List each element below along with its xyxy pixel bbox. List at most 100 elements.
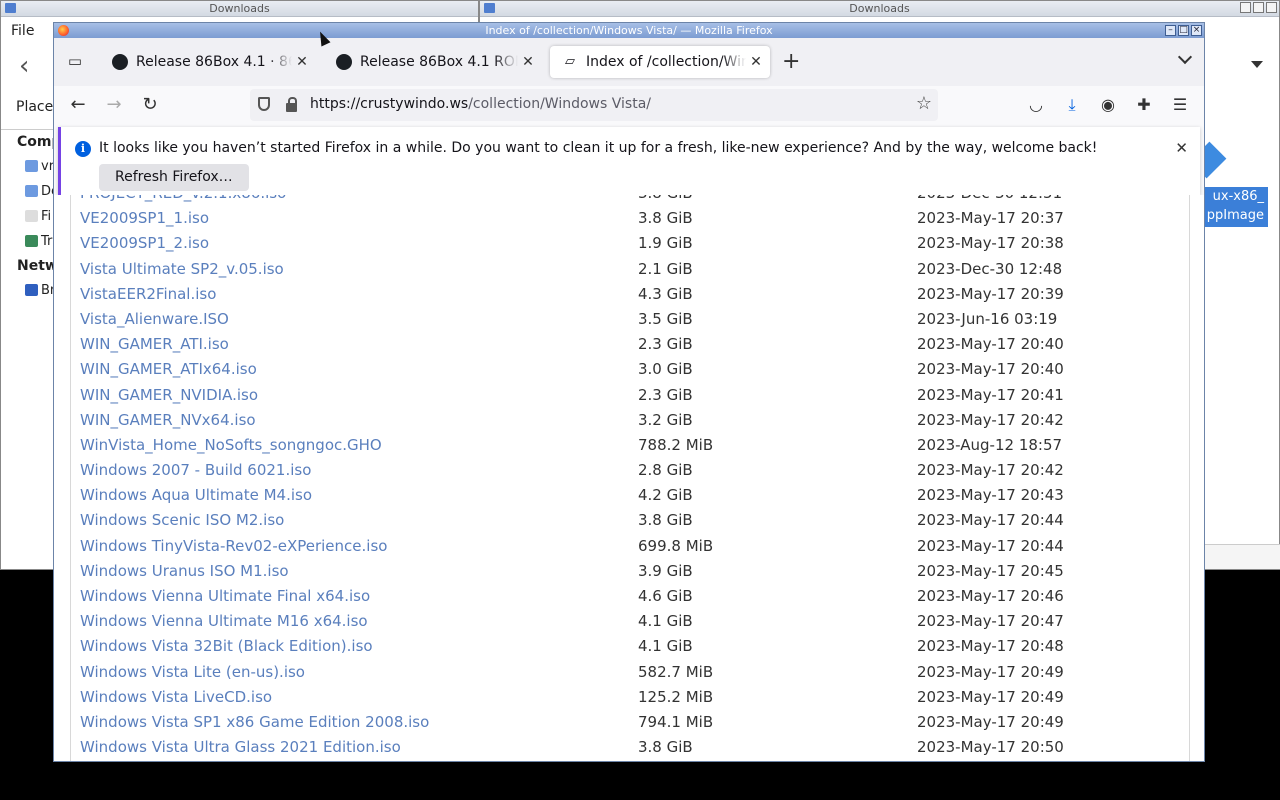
refresh-firefox-button[interactable]: Refresh Firefox… xyxy=(99,164,249,191)
url-text[interactable]: https://crustywindo.ws/collection/Window… xyxy=(310,96,651,112)
table-row: PROJECT_RED_v.2.1.x86.iso 3.8 GiB 2023-Dec… xyxy=(80,195,1204,206)
bookmark-star-icon[interactable]: ☆ xyxy=(916,93,932,114)
background-status-bar xyxy=(1204,544,1280,569)
file-link[interactable]: WIN_GAMER_ATIx64.iso xyxy=(80,357,257,382)
file-size: 3.8 GiB xyxy=(638,738,693,757)
chevron-down-icon[interactable] xyxy=(1178,52,1192,66)
back-button[interactable]: ← xyxy=(64,91,92,119)
firefox-view-button[interactable]: ▭ xyxy=(62,48,88,74)
reload-button[interactable]: ↻ xyxy=(136,91,164,119)
lock-icon[interactable] xyxy=(286,97,297,112)
close-icon[interactable]: ✕ xyxy=(1175,139,1188,157)
file-link[interactable]: Windows Vista Lite (en-us).iso xyxy=(80,660,305,685)
file-link[interactable]: WinVista_Home_NoSofts_songngoc.GHO xyxy=(80,433,382,458)
file-link[interactable]: Windows Vienna Ultimate M16 x64.iso xyxy=(80,609,368,634)
file-link[interactable]: Windows Vista Ultra Glass 2021 Edition.i… xyxy=(80,735,401,760)
table-row: Vista_Alienware.ISO 3.5 GiB 2023-Jun-16 03… xyxy=(80,307,1204,332)
firefox-window[interactable]: Index of /collection/Windows Vista/ — Mo… xyxy=(53,22,1205,762)
sidebar-item[interactable]: vr xyxy=(1,154,54,179)
close-tab-icon[interactable]: ✕ xyxy=(746,54,766,70)
file-link[interactable]: VistaEER2Final.iso xyxy=(80,282,216,307)
file-date: 2023-May-17 20:39 xyxy=(917,284,1064,303)
file-date: 2023-May-17 20:49 xyxy=(917,662,1064,681)
downloads-icon[interactable]: ⤓ xyxy=(1058,91,1086,119)
file-link[interactable]: WIN_GAMER_NVIDIA.iso xyxy=(80,383,258,408)
file-link[interactable]: VE2009SP1_2.iso xyxy=(80,231,209,256)
account-icon[interactable]: ◉ xyxy=(1094,91,1122,119)
tab-bar: ▭ Release 86Box 4.1 · 86Box ✕ Release 86… xyxy=(54,38,1204,86)
table-row: Windows 2007 - Build 6021.iso 2.8 GiB 2023… xyxy=(80,458,1204,483)
sidebar-item[interactable]: De xyxy=(1,179,59,204)
file-link[interactable]: WIN_GAMER_NVx64.iso xyxy=(80,408,256,433)
background-title-bar-right[interactable]: Downloads xyxy=(480,1,1279,17)
tracking-protection-shield-icon[interactable] xyxy=(258,97,270,111)
file-link[interactable]: Vista_Alienware.ISO xyxy=(80,307,229,332)
file-link[interactable]: WIN_GAMER_ATI.iso xyxy=(80,332,229,357)
file-link[interactable]: Windows Vienna Ultimate Final x64.iso xyxy=(80,584,370,609)
info-icon: i xyxy=(75,141,91,157)
table-row: WIN_GAMER_NVIDIA.iso 2.3 GiB 2023-May-17 2… xyxy=(80,383,1204,408)
table-row: Windows Scenic ISO M2.iso 3.8 GiB 2023-May… xyxy=(80,508,1204,533)
file-link[interactable]: VE2009SP1_1.iso xyxy=(80,206,209,231)
file-link[interactable]: PROJECT_RED_v.2.1.x86.iso xyxy=(80,195,286,206)
background-title-bar-left[interactable]: Downloads xyxy=(1,1,478,17)
sidebar-item[interactable]: Br xyxy=(1,278,55,303)
file-size: 3.8 GiB xyxy=(638,209,693,228)
file-link[interactable]: Windows Vista 32Bit (Black Edition).iso xyxy=(80,634,373,659)
firefox-logo-icon xyxy=(58,25,69,36)
table-row: VistaEER2Final.iso 4.3 GiB 2023-May-17 20:… xyxy=(80,282,1204,307)
back-arrow-icon[interactable]: ‹ xyxy=(19,51,29,81)
forward-button[interactable]: → xyxy=(100,91,128,119)
address-bar[interactable]: https://crustywindo.ws/collection/Window… xyxy=(250,89,938,121)
file-size: 4.1 GiB xyxy=(638,612,693,631)
new-tab-button[interactable]: + xyxy=(782,50,800,74)
table-row: WIN_GAMER_ATI.iso 2.3 GiB 2023-May-17 20:4… xyxy=(80,332,1204,357)
file-link[interactable]: Windows Vista LiveCD.iso xyxy=(80,685,272,710)
minimize-button[interactable]: – xyxy=(1165,25,1176,36)
pocket-icon[interactable]: ◡ xyxy=(1022,91,1050,119)
close-tab-icon[interactable]: ✕ xyxy=(518,54,538,70)
folder-icon xyxy=(484,3,495,13)
file-link[interactable]: Windows Aqua Ultimate M4.iso xyxy=(80,483,312,508)
file-size: 1.9 GiB xyxy=(638,234,693,253)
minimize-button[interactable] xyxy=(1240,2,1251,13)
hamburger-menu-icon[interactable]: ☰ xyxy=(1166,91,1194,119)
file-menu[interactable]: File xyxy=(11,23,34,39)
tab-86box-rom-set[interactable]: Release 86Box 4.1 ROM set ✕ xyxy=(324,46,542,78)
file-size: 2.1 GiB xyxy=(638,259,693,278)
window-title-bar[interactable]: Index of /collection/Windows Vista/ — Mo… xyxy=(54,23,1204,38)
file-date: 2023-May-17 20:43 xyxy=(917,486,1064,505)
file-size: 2.8 GiB xyxy=(638,461,693,480)
maximize-button[interactable] xyxy=(1253,2,1264,13)
close-button[interactable] xyxy=(1266,2,1277,13)
folder-icon: ▱ xyxy=(565,54,575,69)
file-date: 2023-May-17 20:40 xyxy=(917,360,1064,379)
file-size: 3.2 GiB xyxy=(638,410,693,429)
sidebar-item[interactable]: Tr xyxy=(1,229,53,254)
file-link[interactable]: Windows Vista SP1 x86 Game Edition 2008.… xyxy=(80,710,429,735)
sidebar-heading-network: Netw xyxy=(17,258,58,274)
file-size: 3.8 GiB xyxy=(638,195,693,206)
maximize-button[interactable]: □ xyxy=(1178,25,1189,36)
table-row: Windows Vista 32Bit (Black Edition).iso 4… xyxy=(80,634,1204,659)
file-link[interactable]: Vista Ultimate SP2_v.05.iso xyxy=(80,257,284,282)
close-tab-icon[interactable]: ✕ xyxy=(292,54,312,70)
file-date: 2023-May-17 20:42 xyxy=(917,461,1064,480)
file-link[interactable]: Windows TinyVista-Rev02-eXPerience.iso xyxy=(80,534,387,559)
file-size: 3.8 GiB xyxy=(638,511,693,530)
file-link[interactable]: Windows 2007 - Build 6021.iso xyxy=(80,458,311,483)
tab-index-windows-vista[interactable]: ▱ Index of /collection/Windows Vista/ ✕ xyxy=(550,46,770,78)
extensions-icon[interactable]: ✚ xyxy=(1130,91,1158,119)
dropdown-arrow-icon[interactable] xyxy=(1251,61,1263,68)
file-link[interactable]: Windows Uranus ISO M1.iso xyxy=(80,559,289,584)
navigation-toolbar: ← → ↻ https://crustywindo.ws/collection/… xyxy=(54,86,1204,124)
close-button[interactable]: × xyxy=(1191,25,1202,36)
file-link[interactable]: Windows Scenic ISO M2.iso xyxy=(80,508,284,533)
tab-86box-release[interactable]: Release 86Box 4.1 · 86Box ✕ xyxy=(100,46,316,78)
table-row: Windows Vista Ultra Glass 2021 Edition.i… xyxy=(80,735,1204,760)
file-size: 4.6 GiB xyxy=(638,587,693,605)
github-icon xyxy=(112,54,128,70)
file-date: 2023-May-17 20:50 xyxy=(917,738,1064,757)
sidebar-item[interactable]: Fi xyxy=(1,204,53,229)
desktop-icon-label[interactable]: ux-x86_ ppImage xyxy=(1204,187,1268,227)
